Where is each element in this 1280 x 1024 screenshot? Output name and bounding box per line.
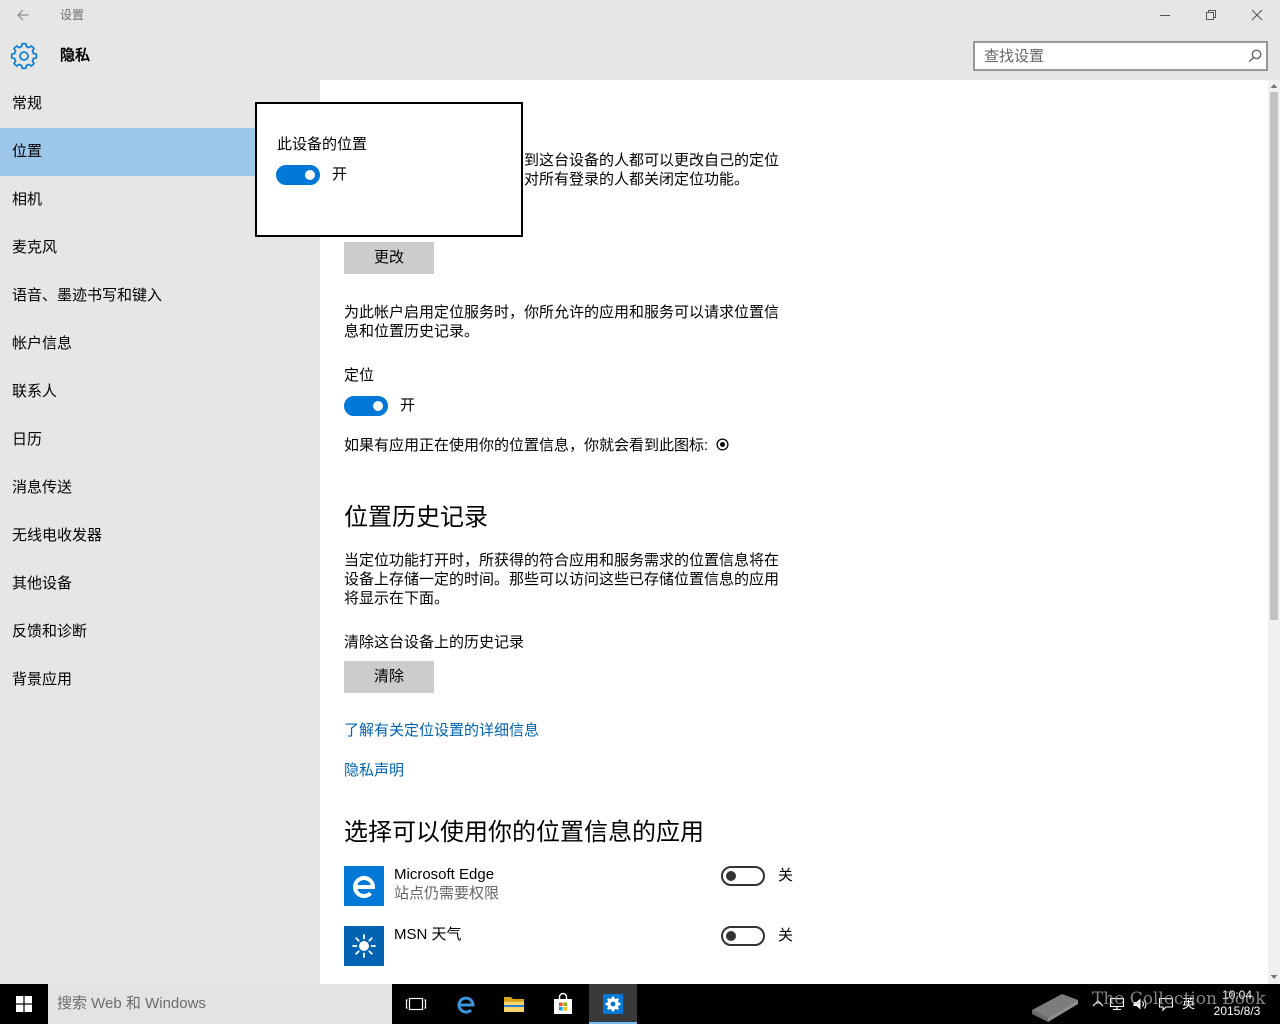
- account-desc-line: 为此帐户启用定位服务时，你所允许的应用和服务可以请求位置信: [344, 304, 780, 321]
- edge-icon: [457, 996, 475, 1014]
- device-location-toggle[interactable]: [276, 165, 320, 185]
- task-view-button[interactable]: [392, 984, 440, 1024]
- window-title: 设置: [60, 8, 85, 22]
- taskbar-explorer-button[interactable]: [490, 984, 538, 1024]
- clear-button[interactable]: 清除: [344, 661, 434, 693]
- content-scrollbar[interactable]: [1268, 80, 1280, 984]
- device-location-desc-line: 到这台设备的人都可以更改自己的定位: [524, 152, 780, 169]
- taskbar-search-placeholder: 搜索 Web 和 Windows: [57, 995, 206, 1012]
- learn-more-link[interactable]: 了解有关定位设置的详细信息: [344, 721, 539, 741]
- windows-logo-icon: [16, 996, 32, 1012]
- toggle-knob: [726, 931, 736, 941]
- input-indicator[interactable]: 英: [1182, 984, 1195, 1024]
- app-name: MSN 天气: [394, 926, 462, 943]
- task-view-icon: [405, 997, 427, 1011]
- minimize-button[interactable]: [1142, 0, 1188, 30]
- store-icon: [554, 992, 572, 1014]
- scroll-up-icon[interactable]: [1270, 83, 1278, 89]
- sidebar-item-feedback[interactable]: 反馈和诊断: [0, 608, 320, 656]
- toggle-knob: [726, 871, 736, 881]
- taskbar: 搜索 Web 和 Windows 英 10:04 2015/8/3: [0, 984, 1280, 1024]
- back-arrow-icon: [17, 9, 29, 21]
- settings-icon: [603, 994, 623, 1014]
- location-toggle-state: 开: [400, 397, 416, 414]
- clock-time: 10:04: [1221, 988, 1253, 1002]
- location-history-heading: 位置历史记录: [344, 504, 488, 531]
- scroll-down-icon[interactable]: [1270, 974, 1278, 980]
- taskbar-search-box[interactable]: 搜索 Web 和 Windows: [48, 984, 392, 1024]
- sidebar-item-background-apps[interactable]: 背景应用: [0, 656, 320, 704]
- title-bar: 设置 隐私: [0, 0, 1280, 80]
- location-in-use-icon: [716, 438, 729, 451]
- sidebar-item-messaging[interactable]: 消息传送: [0, 464, 320, 512]
- history-desc-line: 将显示在下面。: [344, 590, 450, 607]
- app-row-edge: Microsoft Edge 站点仍需要权限 关: [344, 866, 814, 910]
- taskbar-settings-button[interactable]: [589, 984, 637, 1024]
- close-button[interactable]: [1234, 0, 1280, 30]
- action-center-icon[interactable]: [1158, 996, 1174, 1012]
- weather-toggle-state: 关: [778, 927, 794, 944]
- clear-history-label: 清除这台设备上的历史记录: [344, 634, 525, 651]
- location-toggle[interactable]: [344, 396, 388, 416]
- edge-icon: [344, 866, 384, 906]
- file-explorer-icon: [504, 997, 524, 1012]
- privacy-statement-link[interactable]: 隐私声明: [344, 761, 404, 781]
- device-location-toggle-state: 开: [332, 166, 348, 183]
- weather-location-toggle[interactable]: [721, 926, 765, 946]
- sidebar-item-other-devices[interactable]: 其他设备: [0, 560, 320, 608]
- edge-toggle-state: 关: [778, 867, 794, 884]
- network-icon[interactable]: [1109, 996, 1125, 1012]
- gear-icon: [10, 42, 38, 70]
- apps-heading: 选择可以使用你的位置信息的应用: [344, 819, 704, 846]
- taskbar-store-button[interactable]: [539, 984, 587, 1024]
- toggle-knob: [305, 170, 315, 180]
- back-button[interactable]: [0, 0, 46, 30]
- weather-sun-icon: [344, 926, 384, 966]
- sidebar-item-calendar[interactable]: 日历: [0, 416, 320, 464]
- location-label: 定位: [344, 367, 375, 384]
- indicator-hint-text: 如果有应用正在使用你的位置信息，你就会看到此图标:: [344, 437, 709, 454]
- account-desc-line: 息和位置历史记录。: [344, 323, 480, 340]
- device-location-flyout: 此设备的位置 开: [255, 102, 523, 237]
- start-button[interactable]: [0, 984, 48, 1024]
- change-button[interactable]: 更改: [344, 242, 434, 274]
- device-location-desc-line: 对所有登录的人都关闭定位功能。: [524, 171, 750, 188]
- chevron-up-icon[interactable]: [1090, 996, 1106, 1012]
- search-icon[interactable]: [1248, 49, 1262, 63]
- app-row-weather: MSN 天气 关: [344, 926, 814, 966]
- restore-button[interactable]: [1188, 0, 1234, 30]
- sidebar-item-radios[interactable]: 无线电收发器: [0, 512, 320, 560]
- taskbar-edge-button[interactable]: [442, 984, 490, 1024]
- sidebar-item-account-info[interactable]: 帐户信息: [0, 320, 320, 368]
- toggle-knob: [373, 401, 383, 411]
- history-desc-line: 设备上存储一定的时间。那些可以访问这些已存储位置信息的应用: [344, 571, 780, 588]
- edge-location-toggle[interactable]: [721, 866, 765, 886]
- sidebar-item-speech[interactable]: 语音、墨迹书写和键入: [0, 272, 320, 320]
- app-name: Microsoft Edge: [394, 866, 495, 883]
- search-input[interactable]: [975, 43, 1239, 69]
- flyout-title: 此设备的位置: [277, 136, 368, 153]
- search-box[interactable]: [973, 41, 1268, 71]
- history-desc-line: 当定位功能打开时，所获得的符合应用和服务需求的位置信息将在: [344, 552, 780, 569]
- volume-icon[interactable]: [1132, 996, 1148, 1012]
- scroll-thumb[interactable]: [1270, 92, 1278, 620]
- sidebar-item-contacts[interactable]: 联系人: [0, 368, 320, 416]
- minimize-icon: [1160, 15, 1170, 16]
- restore-icon: [1206, 10, 1216, 20]
- indicator-hint: 如果有应用正在使用你的位置信息，你就会看到此图标:: [344, 436, 729, 456]
- close-icon: [1251, 9, 1263, 21]
- page-title: 隐私: [60, 47, 91, 64]
- clock-date: 2015/8/3: [1213, 1004, 1261, 1018]
- app-subtitle: 站点仍需要权限: [394, 885, 500, 902]
